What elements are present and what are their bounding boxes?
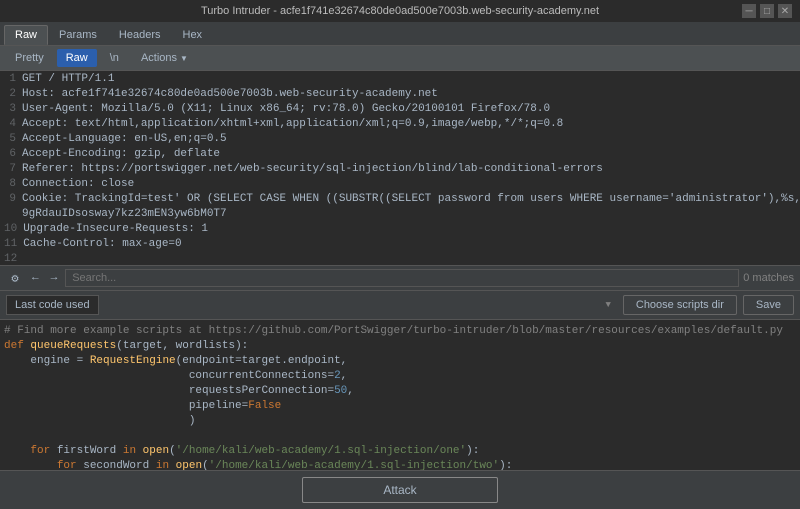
request-line-10: 10 Upgrade-Insecure-Requests: 1 [0, 223, 800, 238]
request-line-9: 9 Cookie: TrackingId=test' OR (SELECT CA… [0, 193, 800, 208]
search-input[interactable] [65, 269, 739, 287]
vn-button[interactable]: \n [101, 49, 128, 67]
raw-button[interactable]: Raw [57, 49, 97, 67]
code-line-for1: for firstWord in open('/home/kali/web-ac… [0, 444, 800, 459]
tab-params[interactable]: Params [48, 25, 108, 45]
minimize-button[interactable]: ─ [742, 4, 756, 18]
request-line-2: 2 Host: acfe1f741e32674c80de0ad500e7003b… [0, 88, 800, 103]
code-line-blank1 [0, 429, 800, 444]
request-area: 1 GET / HTTP/1.1 2 Host: acfe1f741e32674… [0, 71, 800, 265]
request-line-12: 12 [0, 253, 800, 265]
code-line-engine4: pipeline=False [0, 399, 800, 414]
tab-raw[interactable]: Raw [4, 25, 48, 45]
actions-button[interactable]: Actions ▼ [132, 49, 197, 67]
request-line-8: 8 Connection: close [0, 178, 800, 193]
window-title: Turbo Intruder - acfe1f741e32674c80de0ad… [58, 5, 742, 17]
script-dropdown[interactable]: Last code used [6, 295, 99, 315]
code-line-engine3: requestsPerConnection=50, [0, 384, 800, 399]
pretty-button[interactable]: Pretty [6, 49, 53, 67]
request-line-7: 7 Referer: https://portswigger.net/web-s… [0, 163, 800, 178]
choose-scripts-dir-button[interactable]: Choose scripts dir [623, 295, 737, 315]
title-bar: Turbo Intruder - acfe1f741e32674c80de0ad… [0, 0, 800, 22]
settings-icon[interactable]: ⚙ [6, 271, 24, 286]
request-line-11: 11 Cache-Control: max-age=0 [0, 238, 800, 253]
script-selector-bar: Last code used Choose scripts dir Save [0, 291, 800, 320]
maximize-button[interactable]: □ [760, 4, 774, 18]
code-line-for2: for secondWord in open('/home/kali/web-a… [0, 459, 800, 470]
code-line-comment: # Find more example scripts at https://g… [0, 324, 800, 339]
request-toolbar: Pretty Raw \n Actions ▼ [0, 46, 800, 71]
code-line-engine2: concurrentConnections=2, [0, 369, 800, 384]
request-content[interactable]: 1 GET / HTTP/1.1 2 Host: acfe1f741e32674… [0, 71, 800, 265]
request-line-3: 3 User-Agent: Mozilla/5.0 (X11; Linux x8… [0, 103, 800, 118]
tab-hex[interactable]: Hex [172, 25, 214, 45]
code-editor[interactable]: # Find more example scripts at https://g… [0, 320, 800, 470]
attack-button[interactable]: Attack [302, 477, 497, 503]
request-line-6: 6 Accept-Encoding: gzip, deflate [0, 148, 800, 163]
window-controls: ─ □ ✕ [742, 4, 792, 18]
forward-button[interactable]: → [47, 271, 62, 285]
attack-bar: Attack [0, 470, 800, 509]
top-tab-bar: Raw Params Headers Hex [0, 22, 800, 46]
search-bar: ⚙ ← → 0 matches [0, 265, 800, 291]
code-line-engine1: engine = RequestEngine(endpoint=target.e… [0, 354, 800, 369]
code-line-def1: def queueRequests(target, wordlists): [0, 339, 800, 354]
code-line-engine5: ) [0, 414, 800, 429]
back-button[interactable]: ← [28, 271, 43, 285]
request-line-4: 4 Accept: text/html,application/xhtml+xm… [0, 118, 800, 133]
request-line-5: 5 Accept-Language: en-US,en;q=0.5 [0, 133, 800, 148]
actions-label: Actions [141, 52, 177, 64]
match-count: 0 matches [743, 272, 794, 284]
save-script-button[interactable]: Save [743, 295, 794, 315]
script-dropdown-wrap: Last code used [6, 295, 617, 315]
request-line-1: 1 GET / HTTP/1.1 [0, 73, 800, 88]
actions-dropdown-icon: ▼ [180, 54, 188, 63]
tab-headers[interactable]: Headers [108, 25, 172, 45]
close-button[interactable]: ✕ [778, 4, 792, 18]
request-line-9b: 9gRdauIDsosway7kz23mEN3yw6bM0T7 [0, 208, 800, 223]
